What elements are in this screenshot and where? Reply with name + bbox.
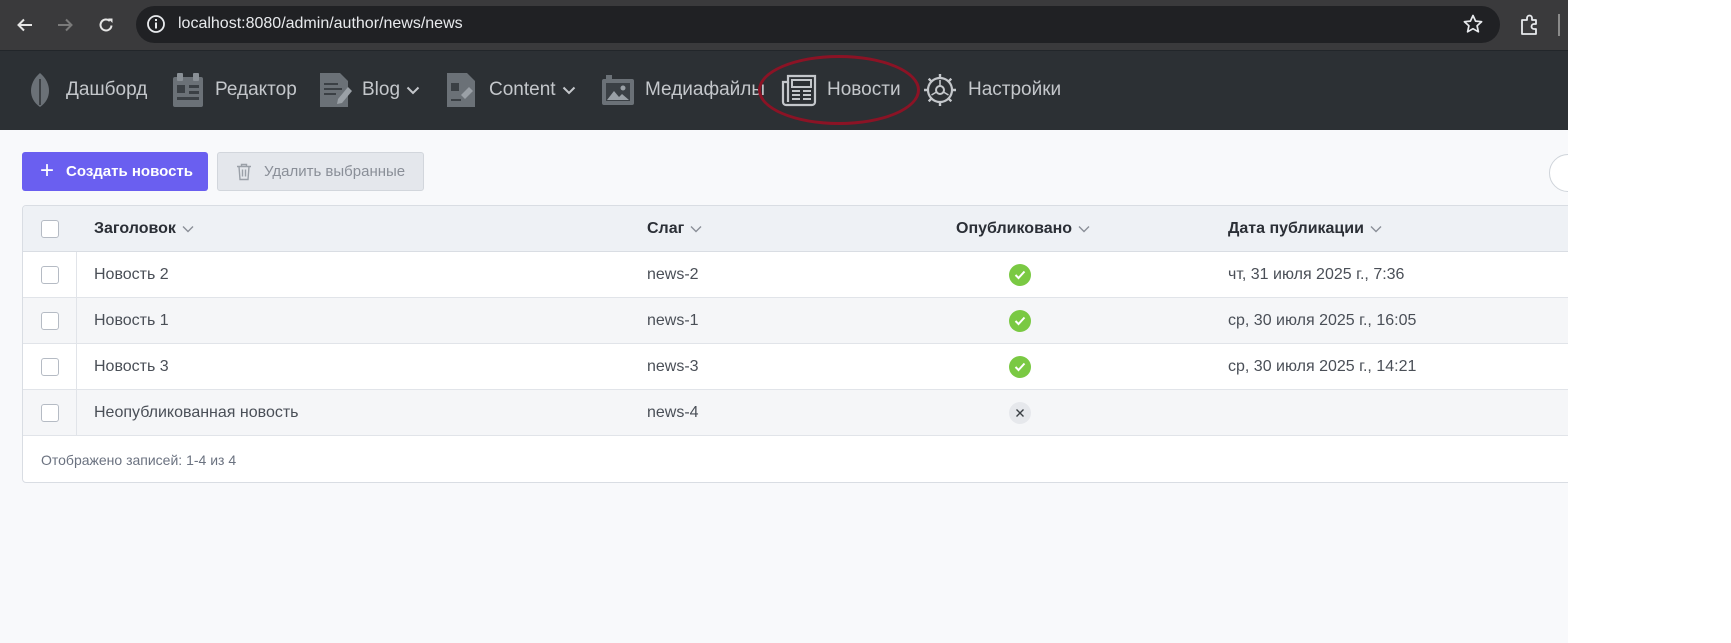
- nav-item-settings[interactable]: Настройки: [922, 69, 1061, 111]
- cell-slug: news-3: [647, 358, 699, 375]
- unpublished-x-icon: [1009, 402, 1031, 424]
- nav-item-editor[interactable]: Редактор: [171, 69, 297, 111]
- create-news-label: Создать новость: [66, 163, 193, 180]
- editor-icon: [173, 73, 203, 107]
- cell-publish-date: ср, 30 июля 2025 г., 14:21: [1228, 358, 1417, 375]
- forward-button[interactable]: [49, 9, 81, 41]
- chevron-down-icon: [1370, 226, 1382, 233]
- content-document-icon: [447, 73, 475, 107]
- chevron-down-icon: [562, 86, 575, 94]
- cell-title[interactable]: Новость 1: [94, 312, 169, 330]
- row-select-cell: [23, 298, 77, 343]
- chevron-down-icon: [182, 226, 194, 233]
- nav-item-label: Дашборд: [66, 79, 148, 100]
- extensions-puzzle-icon[interactable]: [1517, 12, 1543, 38]
- bookmark-star-icon[interactable]: [1462, 13, 1484, 35]
- nav-item-label: Content: [489, 79, 556, 100]
- nav-item-content[interactable]: Content: [445, 69, 576, 111]
- cell-slug: news-4: [647, 404, 699, 421]
- newspaper-icon: [781, 74, 817, 107]
- nav-item-dashboard[interactable]: Дашборд: [24, 69, 147, 111]
- site-info-icon[interactable]: [146, 14, 166, 34]
- screen: localhost:8080/admin/author/news/news Да…: [0, 0, 1731, 643]
- cell-slug: news-1: [647, 312, 699, 329]
- reload-button[interactable]: [90, 9, 122, 41]
- column-header-published[interactable]: Опубликовано: [956, 220, 1090, 238]
- address-bar[interactable]: localhost:8080/admin/author/news/news: [136, 6, 1500, 43]
- nav-item-news[interactable]: Новости: [781, 69, 901, 111]
- chevron-down-icon: [406, 86, 420, 94]
- url-text[interactable]: localhost:8080/admin/author/news/news: [178, 15, 463, 33]
- column-header-slug[interactable]: Слаг: [647, 220, 702, 238]
- nav-item-media[interactable]: Медиафайлы: [601, 69, 765, 111]
- published-check-icon: [1009, 356, 1031, 378]
- nav-item-blog[interactable]: Blog: [318, 69, 420, 111]
- table-row[interactable]: Новость 1 news-1 ср, 30 июля 2025 г., 16…: [23, 298, 1568, 344]
- cell-title[interactable]: Новость 2: [94, 266, 169, 284]
- cell-slug: news-2: [647, 266, 699, 283]
- gear-icon: [924, 74, 956, 106]
- toolbar-divider: [1558, 14, 1560, 36]
- cell-title[interactable]: Новость 3: [94, 358, 169, 376]
- nav-item-label: Blog: [362, 79, 401, 100]
- arrow-right-icon: [58, 18, 73, 32]
- delete-selected-label: Удалить выбранные: [264, 163, 406, 180]
- row-select-cell: [23, 252, 77, 297]
- row-checkbox[interactable]: [41, 266, 59, 284]
- table-header: Заголовок Слаг Опубликовано Дата публика…: [23, 206, 1568, 252]
- cell-title[interactable]: Неопубликованная новость: [94, 404, 299, 422]
- table-row[interactable]: Неопубликованная новость news-4: [23, 390, 1568, 436]
- published-check-icon: [1009, 310, 1031, 332]
- news-table: Заголовок Слаг Опубликовано Дата публика…: [22, 205, 1568, 483]
- table-row[interactable]: Новость 3 news-3 ср, 30 июля 2025 г., 14…: [23, 344, 1568, 390]
- column-header-label: Дата публикации: [1228, 220, 1364, 237]
- column-header-label: Опубликовано: [956, 220, 1073, 237]
- plus-icon: +: [40, 156, 55, 184]
- nav-item-label: Настройки: [968, 79, 1062, 100]
- browser-toolbar: localhost:8080/admin/author/news/news: [0, 0, 1568, 50]
- nav-item-label: Новости: [827, 79, 901, 100]
- column-header-title[interactable]: Заголовок: [94, 220, 194, 238]
- nav-item-label: Медиафайлы: [645, 79, 766, 100]
- arrow-left-icon: [17, 18, 32, 32]
- browser-viewport: localhost:8080/admin/author/news/news Да…: [0, 0, 1568, 643]
- cell-publish-date: ср, 30 июля 2025 г., 16:05: [1228, 312, 1417, 329]
- column-header-label: Заголовок: [94, 220, 176, 237]
- blog-document-icon: [320, 73, 352, 107]
- row-checkbox[interactable]: [41, 312, 59, 330]
- trash-icon: [237, 163, 251, 180]
- records-count: Отображено записей: 1-4 из 4: [41, 452, 237, 468]
- row-checkbox[interactable]: [41, 404, 59, 422]
- reload-icon: [99, 18, 113, 32]
- row-select-cell: [23, 344, 77, 389]
- chevron-down-icon: [1078, 226, 1090, 233]
- nav-item-label: Редактор: [215, 79, 297, 100]
- chevron-down-icon: [690, 226, 702, 233]
- select-all-checkbox[interactable]: [41, 220, 59, 238]
- table-row[interactable]: Новость 2 news-2 чт, 31 июля 2025 г., 7:…: [23, 252, 1568, 298]
- leaf-icon: [31, 73, 49, 107]
- admin-top-nav: Дашборд Редактор Blog Content Медиафайлы…: [0, 50, 1568, 130]
- delete-selected-button[interactable]: Удалить выбранные: [217, 152, 424, 191]
- row-checkbox[interactable]: [41, 358, 59, 376]
- create-news-button[interactable]: + Создать новость: [22, 152, 208, 191]
- column-header-publish-date[interactable]: Дата публикации: [1228, 220, 1382, 238]
- cell-publish-date: чт, 31 июля 2025 г., 7:36: [1228, 266, 1405, 283]
- back-button[interactable]: [9, 9, 41, 41]
- column-header-label: Слаг: [647, 220, 685, 237]
- toolbar-round-button[interactable]: [1549, 154, 1568, 192]
- published-check-icon: [1009, 264, 1031, 286]
- row-select-cell: [23, 390, 77, 435]
- media-image-icon: [602, 75, 634, 105]
- select-all-cell: [23, 206, 77, 251]
